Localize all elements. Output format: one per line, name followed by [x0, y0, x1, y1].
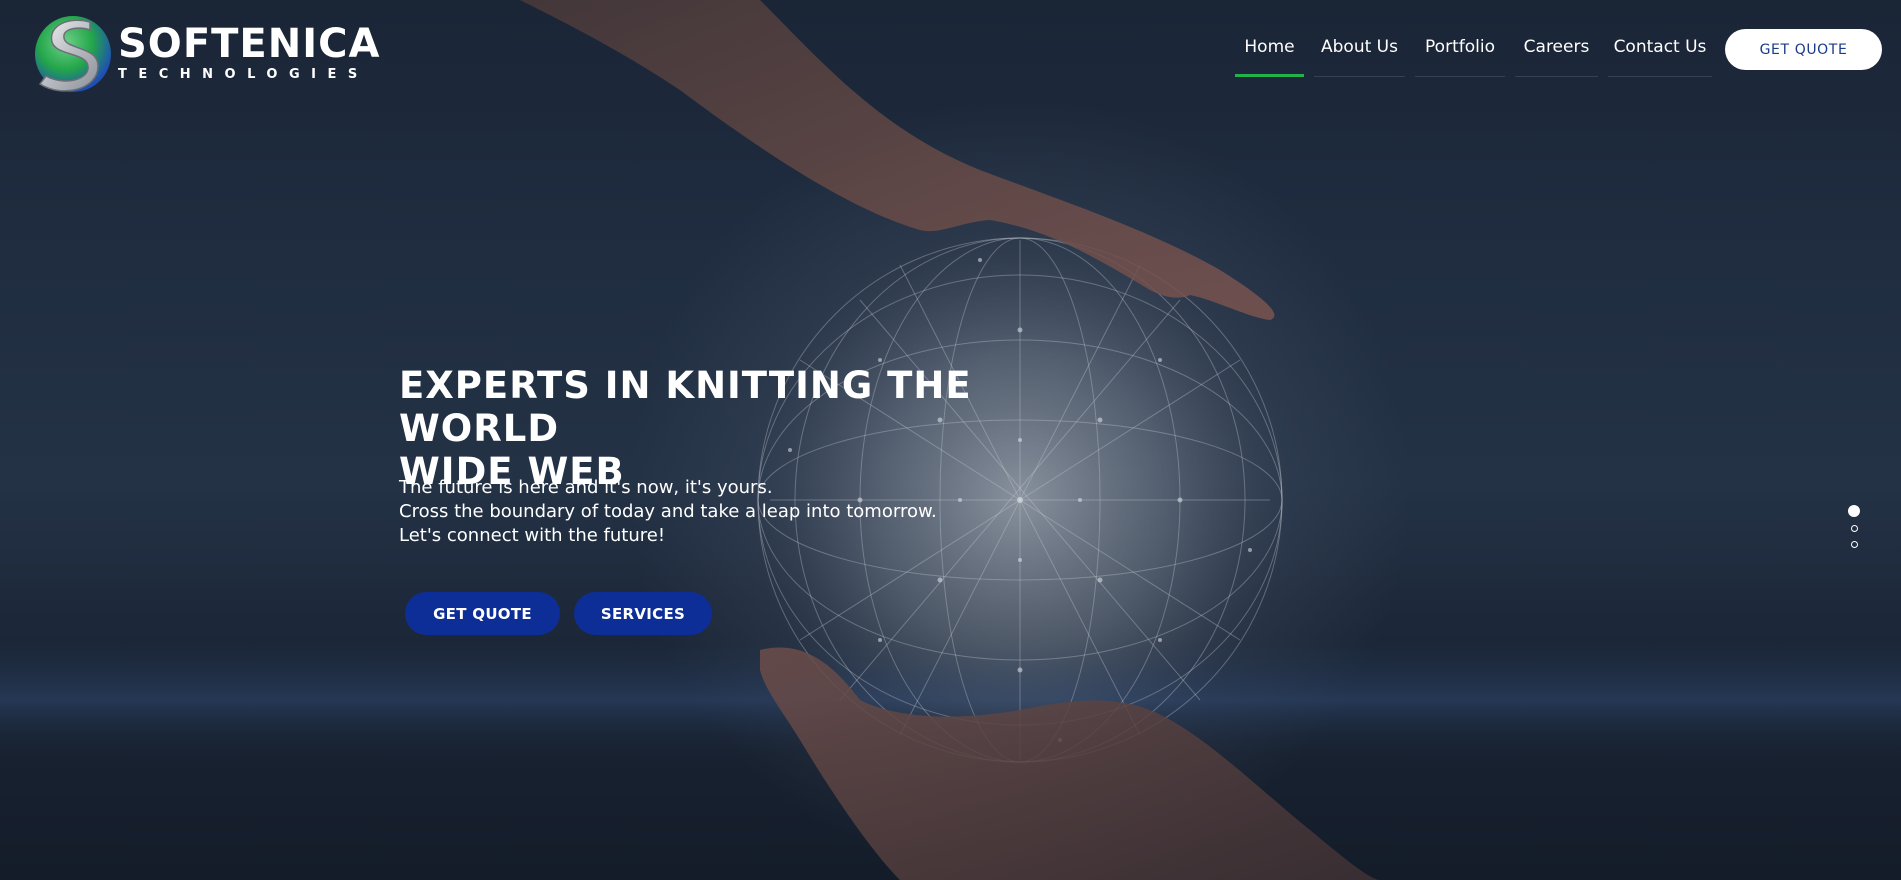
brand-tagline: TECHNOLOGIES	[118, 67, 369, 82]
brand-logo[interactable]: SOFTENICA TECHNOLOGIES	[28, 6, 380, 98]
hero-section: SOFTENICA TECHNOLOGIES Home About Us Por…	[0, 0, 1901, 880]
nav-item-contact-us[interactable]: Contact Us	[1608, 28, 1712, 77]
nav-item-about-us[interactable]: About Us	[1314, 28, 1405, 77]
slider-dot-1[interactable]	[1848, 505, 1860, 517]
nav-item-label: About Us	[1321, 37, 1398, 57]
slider-pagination	[1847, 505, 1861, 557]
hero-title-line: EXPERTS IN KNITTING THE WORLD	[399, 364, 972, 450]
get-quote-button[interactable]: GET QUOTE	[405, 592, 560, 635]
slider-dot-3[interactable]	[1850, 541, 1858, 548]
services-button[interactable]: SERVICES	[574, 592, 712, 635]
hero-title: EXPERTS IN KNITTING THE WORLD WIDE WEB	[399, 364, 1079, 493]
nav-item-label: Portfolio	[1425, 37, 1495, 57]
brand-name: SOFTENICA	[118, 21, 381, 67]
globe-s-logo-icon	[35, 16, 111, 92]
slider-dot-2[interactable]	[1850, 525, 1858, 532]
hero-description-line: Let's connect with the future!	[399, 525, 666, 546]
hero-description: The future is here and it's now, it's yo…	[399, 476, 937, 548]
nav-item-home[interactable]: Home	[1235, 28, 1304, 77]
nav-item-careers[interactable]: Careers	[1515, 28, 1598, 77]
header-get-quote-button[interactable]: GET QUOTE	[1725, 29, 1882, 70]
hero-description-line: Cross the boundary of today and take a l…	[399, 501, 937, 522]
nav-item-label: Careers	[1523, 37, 1590, 57]
nav-item-label: Contact Us	[1613, 37, 1707, 57]
hero-description-line: The future is here and it's now, it's yo…	[399, 477, 773, 498]
nav-item-portfolio[interactable]: Portfolio	[1415, 28, 1505, 77]
main-nav: Home About Us Portfolio Careers Contact …	[1235, 28, 1722, 77]
nav-item-label: Home	[1244, 37, 1295, 57]
